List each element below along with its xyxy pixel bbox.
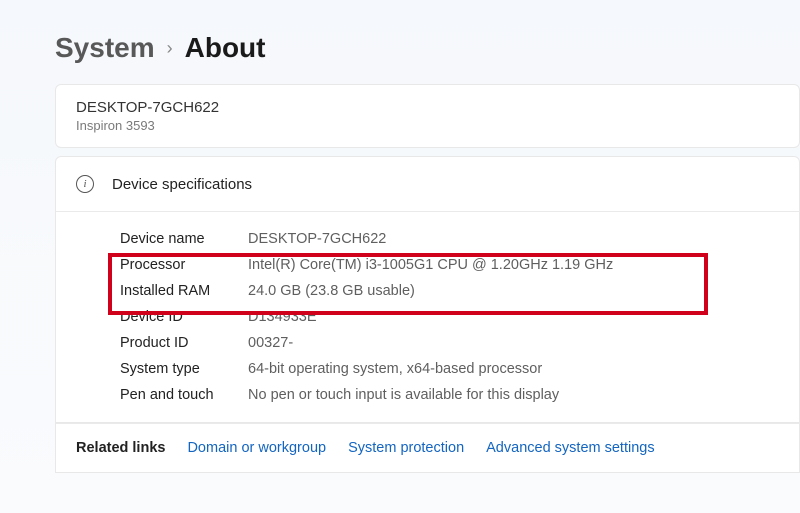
link-system-protection[interactable]: System protection bbox=[348, 440, 464, 456]
spec-row-installed-ram: Installed RAM 24.0 GB (23.8 GB usable) bbox=[120, 278, 799, 304]
spec-label: Pen and touch bbox=[120, 387, 248, 403]
breadcrumb: System › About bbox=[0, 0, 800, 84]
spec-row-system-type: System type 64-bit operating system, x64… bbox=[120, 356, 799, 382]
chevron-right-icon: › bbox=[167, 38, 173, 59]
spec-label: Product ID bbox=[120, 335, 248, 351]
specs-header[interactable]: i Device specifications bbox=[56, 157, 799, 211]
link-domain-workgroup[interactable]: Domain or workgroup bbox=[187, 440, 326, 456]
device-model: Inspiron 3593 bbox=[76, 118, 779, 133]
spec-row-processor: Processor Intel(R) Core(TM) i3-1005G1 CP… bbox=[120, 252, 799, 278]
spec-value: D134933E bbox=[248, 309, 317, 325]
spec-value: 24.0 GB (23.8 GB usable) bbox=[248, 283, 415, 299]
specs-body: Device name DESKTOP-7GCH622 Processor In… bbox=[56, 211, 799, 422]
spec-label: Processor bbox=[120, 257, 248, 273]
spec-value: Intel(R) Core(TM) i3-1005G1 CPU @ 1.20GH… bbox=[248, 257, 613, 273]
spec-row-pen-touch: Pen and touch No pen or touch input is a… bbox=[120, 382, 799, 408]
spec-row-product-id: Product ID 00327- bbox=[120, 330, 799, 356]
spec-label: System type bbox=[120, 361, 248, 377]
spec-label: Device ID bbox=[120, 309, 248, 325]
spec-label: Installed RAM bbox=[120, 283, 248, 299]
specs-title: Device specifications bbox=[112, 176, 252, 193]
device-specifications-card: i Device specifications Device name DESK… bbox=[55, 156, 800, 423]
spec-value: 64-bit operating system, x64-based proce… bbox=[248, 361, 542, 377]
spec-row-device-name: Device name DESKTOP-7GCH622 bbox=[120, 226, 799, 252]
spec-label: Device name bbox=[120, 231, 248, 247]
breadcrumb-current: About bbox=[185, 32, 266, 64]
info-icon: i bbox=[76, 175, 94, 193]
related-links-row: Related links Domain or workgroup System… bbox=[55, 423, 800, 473]
link-advanced-system-settings[interactable]: Advanced system settings bbox=[486, 440, 654, 456]
spec-value: 00327- bbox=[248, 335, 293, 351]
related-links-label: Related links bbox=[76, 440, 165, 456]
device-summary-card[interactable]: DESKTOP-7GCH622 Inspiron 3593 bbox=[55, 84, 800, 148]
breadcrumb-parent[interactable]: System bbox=[55, 32, 155, 64]
spec-value: DESKTOP-7GCH622 bbox=[248, 231, 386, 247]
spec-value: No pen or touch input is available for t… bbox=[248, 387, 559, 403]
device-name: DESKTOP-7GCH622 bbox=[76, 99, 779, 116]
spec-row-device-id: Device ID D134933E bbox=[120, 304, 799, 330]
